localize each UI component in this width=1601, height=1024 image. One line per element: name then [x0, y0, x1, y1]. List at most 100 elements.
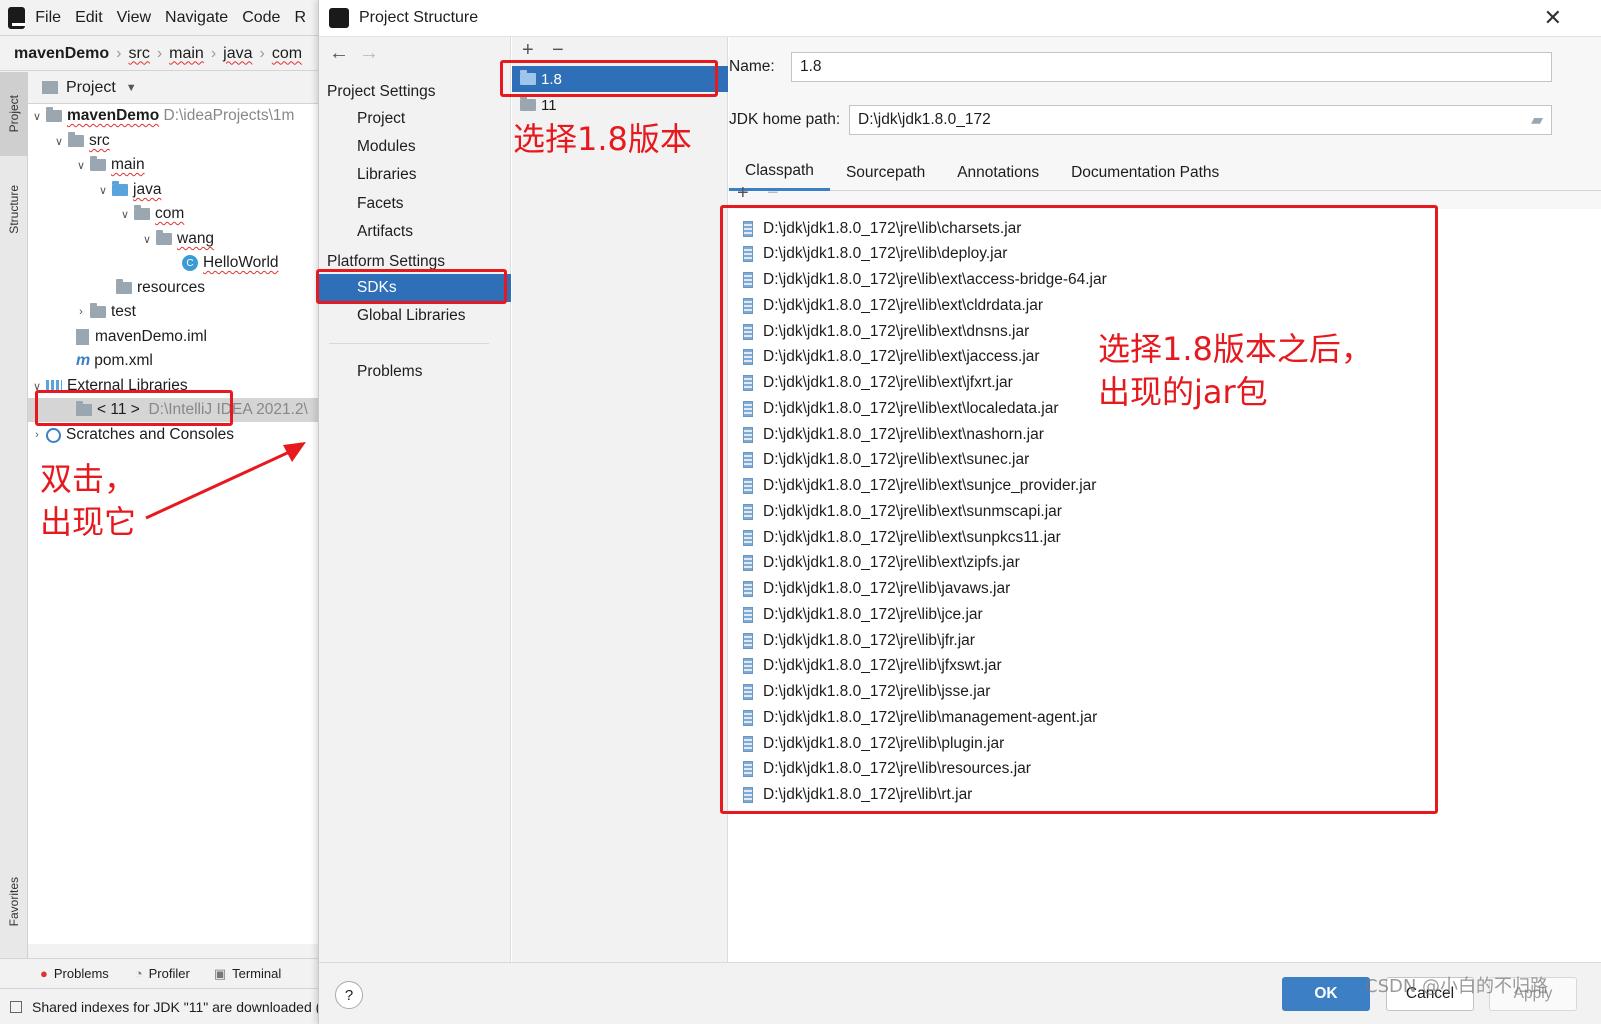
tree-node-com[interactable]: ∨ com: [116, 202, 184, 226]
menu-file[interactable]: File: [35, 9, 61, 27]
browse-folder-icon[interactable]: ▰: [1531, 111, 1543, 130]
back-arrow-icon[interactable]: ←: [329, 42, 349, 65]
chevron-down-icon[interactable]: ∨: [50, 135, 68, 148]
jdk-folder-icon: [520, 96, 536, 111]
java-class-icon: C: [182, 255, 198, 271]
chevron-right-icon[interactable]: ›: [28, 429, 46, 441]
tab-sourcepath[interactable]: Sourcepath: [830, 155, 941, 191]
highlight-sdks-nav: [316, 269, 507, 304]
menu-bar: File Edit View Navigate Code R: [0, 0, 320, 36]
add-classpath-icon[interactable]: +: [737, 182, 749, 205]
tab-annotations[interactable]: Annotations: [941, 155, 1055, 191]
menu-refactor[interactable]: R: [294, 9, 306, 27]
breadcrumb-com[interactable]: com: [272, 45, 302, 63]
dialog-title-bar: Project Structure ✕: [319, 0, 1601, 37]
tree-node-pom[interactable]: m pom.xml: [76, 349, 153, 373]
name-label: Name:: [729, 58, 775, 75]
tree-node-iml[interactable]: mavenDemo.iml: [76, 325, 207, 349]
chevron-down-icon[interactable]: ▼: [126, 82, 137, 94]
intellij-logo-icon: [8, 6, 27, 29]
tree-node-wang[interactable]: ∨ wang: [138, 227, 214, 251]
tool-window-bar: ● Problems ◔ Profiler ▣ Terminal: [0, 958, 320, 988]
tree-node-main[interactable]: ∨ main: [72, 153, 145, 177]
tool-tab-project[interactable]: Project: [0, 72, 28, 156]
menu-edit[interactable]: Edit: [75, 9, 103, 27]
tab-profiler[interactable]: Profiler: [149, 966, 190, 981]
module-folder-icon: [46, 107, 62, 122]
annotation-line: 双击，: [40, 460, 137, 498]
resources-folder-icon: [116, 279, 132, 294]
chevron-right-icon[interactable]: ›: [72, 306, 90, 318]
add-sdk-icon[interactable]: +: [522, 39, 534, 62]
project-view-icon: [42, 81, 58, 94]
breadcrumb-src[interactable]: src: [128, 45, 149, 63]
tool-tab-favorites[interactable]: Favorites: [0, 862, 28, 942]
tree-node-java[interactable]: ∨ java: [94, 178, 161, 202]
sdk-tabs: Classpath Sourcepath Annotations Documen…: [729, 155, 1601, 191]
jdk-home-field[interactable]: D:\jdk\jdk1.8.0_172 ▰: [849, 105, 1552, 135]
jdk-home-label: JDK home path:: [729, 111, 841, 128]
tab-problems[interactable]: Problems: [54, 966, 109, 981]
folder-icon: [90, 303, 106, 318]
chevron-down-icon[interactable]: ∨: [116, 208, 134, 221]
annotation-double-click: 双击， 出现它: [40, 458, 136, 544]
breadcrumb-project[interactable]: mavenDemo: [14, 45, 109, 63]
tab-documentation-paths[interactable]: Documentation Paths: [1055, 155, 1235, 191]
help-icon[interactable]: ?: [335, 981, 363, 1009]
folder-icon: [90, 156, 106, 171]
nav-item-global-libraries[interactable]: Global Libraries: [319, 302, 511, 330]
nav-item-problems[interactable]: Problems: [319, 358, 511, 386]
annotation-arrow: [145, 442, 306, 520]
menu-view[interactable]: View: [117, 9, 151, 27]
tool-tab-structure[interactable]: Structure: [0, 164, 28, 254]
nav-item-project[interactable]: Project: [319, 105, 511, 133]
project-panel-title[interactable]: Project: [66, 79, 116, 97]
sdk-name-field[interactable]: 1.8: [791, 52, 1552, 82]
maven-icon: m: [76, 352, 91, 369]
package-icon: [156, 230, 172, 245]
tree-node-test[interactable]: › test: [72, 300, 136, 324]
chevron-down-icon[interactable]: ∨: [72, 159, 90, 172]
project-panel-header: Project ▼: [28, 72, 320, 104]
scratches-icon: [46, 427, 61, 443]
remove-sdk-icon[interactable]: −: [552, 39, 564, 62]
close-icon[interactable]: ✕: [1544, 5, 1562, 31]
tab-terminal[interactable]: Terminal: [232, 966, 281, 981]
annotation-line: 选择1.8版本之后，: [1098, 330, 1373, 368]
dialog-title: Project Structure: [359, 9, 479, 26]
breadcrumb-java[interactable]: java: [223, 45, 252, 63]
sdk-list-pane: + − 1.8 11: [512, 37, 728, 962]
settings-nav: ← → Project Settings Project Modules Lib…: [319, 37, 511, 962]
highlight-jdk11-node: [35, 390, 233, 426]
tree-node-src[interactable]: ∨ src: [50, 129, 110, 153]
breadcrumb-main[interactable]: main: [169, 45, 204, 63]
problems-icon: ●: [40, 966, 48, 981]
watermark: CSDN @小白的不归路: [1365, 976, 1549, 997]
tree-node-root[interactable]: ∨ mavenDemo D:\ideaProjects\1m: [28, 104, 294, 128]
forward-arrow-icon[interactable]: →: [359, 42, 379, 65]
menu-code[interactable]: Code: [242, 9, 280, 27]
nav-item-facets[interactable]: Facets: [319, 190, 511, 218]
nav-item-artifacts[interactable]: Artifacts: [319, 218, 511, 246]
chevron-down-icon[interactable]: ∨: [28, 110, 46, 123]
left-tool-strip: Project Structure Favorites: [0, 72, 28, 960]
chevron-down-icon[interactable]: ∨: [94, 184, 112, 197]
annotation-line: 出现的jar包: [1098, 373, 1268, 412]
chevron-down-icon[interactable]: ∨: [138, 233, 156, 246]
nav-item-modules[interactable]: Modules: [319, 133, 511, 161]
status-checkbox-icon[interactable]: [10, 1000, 22, 1013]
remove-classpath-icon[interactable]: −: [767, 182, 779, 205]
tree-node-helloworld[interactable]: C HelloWorld: [182, 251, 279, 275]
intellij-logo-icon: [329, 8, 349, 28]
source-folder-icon: [112, 181, 128, 196]
annotation-after-choose: 选择1.8版本之后， 出现的jar包: [1098, 328, 1373, 414]
profiler-icon: ◔: [134, 966, 143, 981]
menu-navigate[interactable]: Navigate: [165, 9, 228, 27]
tree-node-resources[interactable]: resources: [116, 276, 205, 300]
ok-button[interactable]: OK: [1282, 977, 1370, 1011]
package-icon: [134, 205, 150, 220]
annotation-line: 出现它: [40, 503, 137, 542]
folder-icon: [68, 132, 84, 147]
nav-item-libraries[interactable]: Libraries: [319, 161, 511, 189]
annotation-choose-1-8: 选择1.8版本: [513, 120, 692, 158]
